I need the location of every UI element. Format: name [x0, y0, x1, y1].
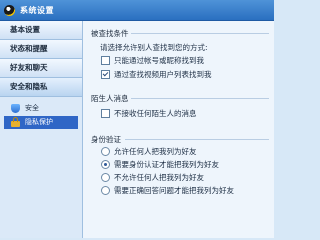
- stranger-messages-title: 陌生人消息: [91, 94, 129, 103]
- settings-sidebar: 基本设置 状态和提醒 好友和聊天 安全和隐私 安全 隐私保护: [0, 21, 83, 238]
- option-label: 需要正确回答问题才能把我列为好友: [114, 186, 234, 195]
- sidebar-section-friends-chat[interactable]: 好友和聊天: [0, 59, 82, 78]
- block-stranger-messages-checkbox[interactable]: [101, 109, 110, 118]
- option-label: 允许任何人把我列为好友: [114, 147, 197, 156]
- sidebar-item-privacy[interactable]: 隐私保护: [4, 116, 78, 129]
- option-label: 只能通过帐号或昵称找到我: [114, 56, 204, 65]
- allow-anyone-option[interactable]: 允许任何人把我列为好友: [101, 146, 197, 157]
- disallow-anyone-option[interactable]: 不允许任何人把我列为好友: [101, 172, 204, 183]
- sidebar-section-basic[interactable]: 基本设置: [0, 21, 82, 40]
- require-answer-option[interactable]: 需要正确回答问题才能把我列为好友: [101, 185, 234, 196]
- sidebar-item-label: 隐私保护: [25, 118, 53, 126]
- option-label: 不允许任何人把我列为好友: [114, 173, 204, 182]
- sidebar-item-security[interactable]: 安全: [0, 102, 82, 115]
- sidebar-section-status[interactable]: 状态和提醒: [0, 40, 82, 59]
- find-by-video-list-checkbox[interactable]: [101, 70, 110, 79]
- option-label: 通过查找视频用户列表找到我: [114, 70, 212, 79]
- find-by-video-list-option[interactable]: 通过查找视频用户列表找到我: [101, 69, 212, 80]
- allow-anyone-radio[interactable]: [101, 147, 110, 156]
- shield-icon: [11, 104, 20, 113]
- disallow-anyone-radio[interactable]: [101, 173, 110, 182]
- auth-divider: [125, 139, 269, 140]
- require-answer-radio[interactable]: [101, 186, 110, 195]
- require-verification-option[interactable]: 需要身份认证才能把我列为好友: [101, 159, 219, 170]
- identity-verification-title: 身份验证: [91, 135, 121, 144]
- sidebar-section-security-privacy[interactable]: 安全和隐私: [0, 78, 82, 97]
- privacy-settings-panel: 被查找条件 请选择允许别人查找到您的方式: 只能通过帐号或昵称找到我 通过查找视…: [83, 21, 274, 238]
- find-by-account-checkbox[interactable]: [101, 56, 110, 65]
- require-verification-radio[interactable]: [101, 160, 110, 169]
- block-stranger-messages-option[interactable]: 不接收任何陌生人的消息: [101, 108, 197, 119]
- window-title: 系统设置: [20, 5, 54, 15]
- app-penguin-icon: [4, 4, 15, 16]
- lock-icon: [11, 117, 20, 127]
- find-by-account-option[interactable]: 只能通过帐号或昵称找到我: [101, 55, 204, 66]
- find-description: 请选择允许别人查找到您的方式:: [100, 43, 208, 52]
- stranger-divider: [131, 98, 269, 99]
- title-bar: 系统设置: [0, 0, 274, 21]
- option-label: 需要身份认证才能把我列为好友: [114, 160, 219, 169]
- find-divider: [131, 33, 269, 34]
- option-label: 不接收任何陌生人的消息: [114, 109, 197, 118]
- sidebar-item-label: 安全: [25, 104, 39, 112]
- find-conditions-title: 被查找条件: [91, 29, 129, 38]
